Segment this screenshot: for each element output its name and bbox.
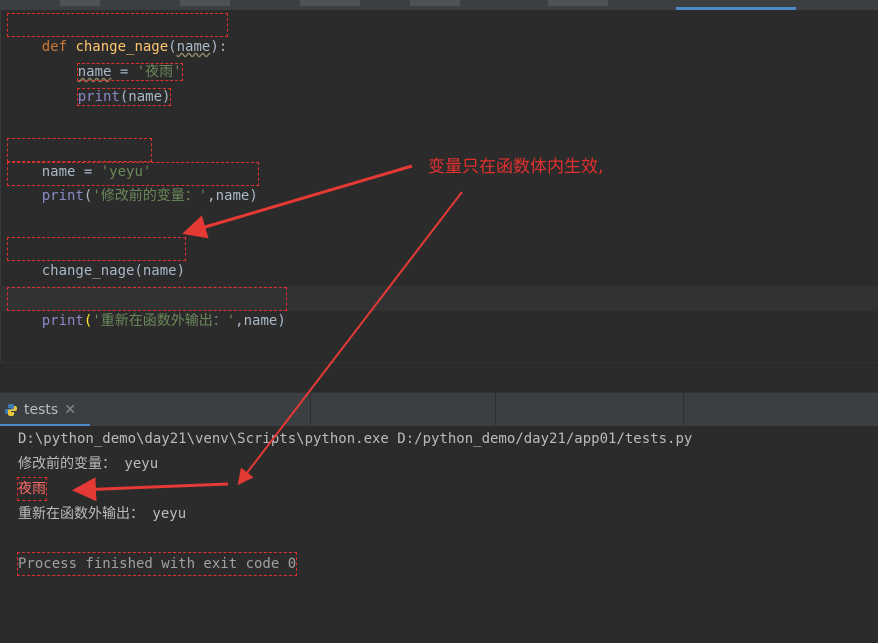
builtin-print: print: [41, 188, 84, 204]
string-after: '重新在函数外输出：': [92, 313, 236, 329]
close-icon[interactable]: ✕: [64, 402, 76, 418]
code-line-assign-global[interactable]: name = 'yeyu': [6, 138, 153, 180]
console-exit-line: Process finished with exit code 0: [16, 552, 298, 576]
builtin-print: print: [41, 313, 84, 329]
editor-tab-strip: [0, 0, 878, 10]
param-name: name: [176, 39, 211, 55]
print-args: (name): [119, 89, 171, 105]
code-line-print-local[interactable]: print(name): [8, 64, 172, 106]
header-divider: [495, 393, 496, 427]
header-divider: [683, 393, 684, 427]
editor-tab[interactable]: [180, 0, 230, 6]
editor-tab[interactable]: [300, 0, 360, 6]
run-tab-label: tests: [24, 402, 59, 418]
panel-splitter[interactable]: [0, 362, 878, 393]
run-console[interactable]: D:\python_demo\day21\venv\Scripts\python…: [0, 426, 878, 643]
editor-tab[interactable]: [548, 0, 608, 6]
print-rest: ,name): [207, 188, 258, 204]
builtin-print: print: [77, 89, 120, 105]
console-output-line: 修改前的变量： yeyu: [18, 456, 159, 472]
editor-tab[interactable]: [410, 0, 460, 6]
run-tool-window-header: tests ✕: [0, 392, 878, 427]
console-output-line-highlighted: 夜雨: [17, 477, 47, 501]
code-editor[interactable]: def change_nage(name): name = '夜雨' print…: [0, 10, 878, 362]
console-command-line: D:\python_demo\day21\venv\Scripts\python…: [18, 431, 693, 447]
code-line-print-before[interactable]: print('修改前的变量：',name): [7, 162, 259, 204]
function-call: change_nage(name): [41, 263, 186, 279]
code-line-print-after[interactable]: print('重新在函数外输出：',name): [7, 287, 287, 329]
console-output-line: 重新在函数外输出： yeyu: [18, 506, 187, 522]
header-divider: [310, 393, 311, 427]
close-colon: ):: [210, 39, 228, 55]
print-rest: ,name): [235, 313, 286, 329]
annotation-text: 变量只在函数体内生效,: [428, 157, 604, 177]
python-icon: [5, 404, 17, 416]
code-line-assign-local[interactable]: name = '夜雨': [8, 39, 183, 81]
code-line-def[interactable]: def change_nage(name):: [6, 13, 229, 55]
string-before: '修改前的变量：': [92, 188, 208, 204]
code-line-call[interactable]: change_nage(name): [6, 237, 187, 279]
run-tab-tests[interactable]: tests ✕: [0, 393, 90, 427]
editor-tab[interactable]: [60, 0, 100, 6]
